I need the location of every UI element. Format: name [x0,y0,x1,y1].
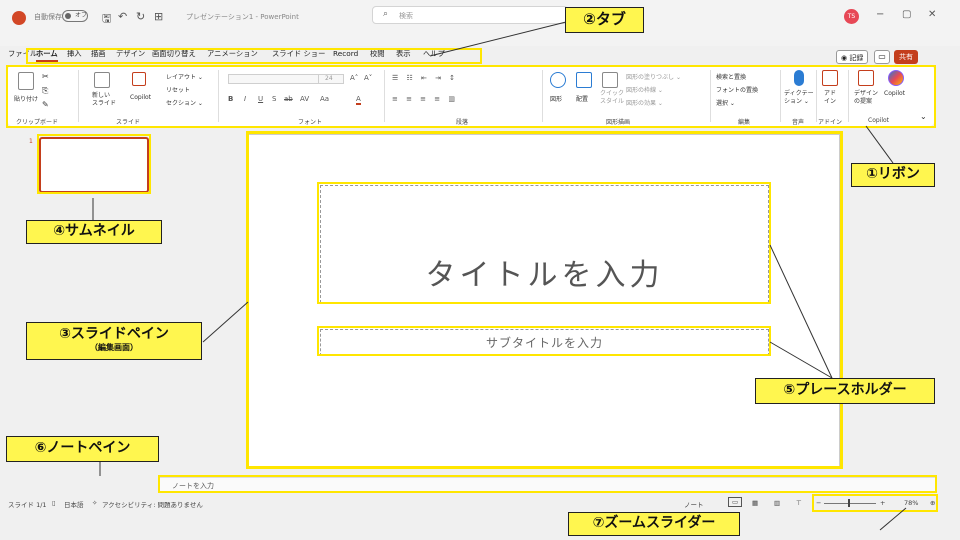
tabs-highlight [26,48,482,64]
reading-view-icon[interactable]: ▥ [774,499,780,507]
thumbnail-highlight [37,134,151,194]
callout-slide-pane: ③スライドペイン （編集画面） [26,322,202,360]
share-button[interactable]: 共有 [894,50,918,64]
close-button[interactable]: ✕ [928,9,936,20]
document-title: プレゼンテーション1 - PowerPoint [186,13,299,21]
title-placeholder-highlight [317,182,771,304]
spellcheck-icon[interactable]: ▯ [52,499,56,507]
autosave-toggle[interactable]: オフ [62,10,88,22]
notes-toggle-button[interactable]: ノート [684,499,704,509]
ribbon-highlight [6,65,936,128]
callout-slide-pane-subtitle: （編集画面） [90,343,138,352]
slide-pane-leader [202,301,249,343]
callout-notes-pane: ⑥ノートペイン [6,436,159,462]
language-indicator[interactable]: 日本語 [64,499,84,509]
accessibility-status[interactable]: アクセシビリティ: 問題ありません [102,499,203,509]
accessibility-icon: ✧ [92,499,98,507]
search-icon: ⌕ [383,9,389,19]
callout-slide-pane-title: ③スライドペイン [59,326,169,342]
subtitle-placeholder-highlight [317,326,771,356]
redo-icon[interactable]: ↻ [136,10,145,23]
thumbnail-number: 1 [29,138,33,145]
avatar[interactable]: TS [844,9,859,24]
record-button[interactable]: ◉ 記録 [836,50,869,64]
comment-button[interactable]: ▭ [874,50,890,64]
slide-count: スライド 1/1 [8,501,47,509]
powerpoint-logo-icon [12,11,26,25]
callout-placeholder: ⑤プレースホルダー [755,378,935,404]
title-bar: 自動保存 オフ 🖫 ↶ ↻ ⊞ プレゼンテーション1 - PowerPoint … [0,0,960,46]
callout-zoom-slider: ⑦ズームスライダー [568,512,740,536]
search-input[interactable]: ⌕ 検索 [372,6,568,24]
search-placeholder: 検索 [399,12,413,20]
undo-icon[interactable]: ↶ [118,10,127,23]
zoom-highlight [812,494,938,512]
slide-sorter-icon[interactable]: ▦ [752,499,758,507]
minimize-button[interactable]: − [876,9,884,20]
autosave-label: 自動保存 [34,13,62,21]
normal-view-icon[interactable]: ▭ [728,497,743,507]
slideshow-view-icon[interactable]: ⊤ [796,499,802,507]
callout-ribbon: ①リボン [851,163,935,187]
callout-thumbnail: ④サムネイル [26,220,162,244]
ribbon-leader [865,125,894,164]
save-icon[interactable]: 🖫 [102,10,111,29]
maximize-button[interactable]: ▢ [902,9,911,20]
notes-highlight [158,475,937,493]
callout-tabs: ②タブ [565,7,644,33]
present-icon[interactable]: ⊞ [154,10,163,23]
